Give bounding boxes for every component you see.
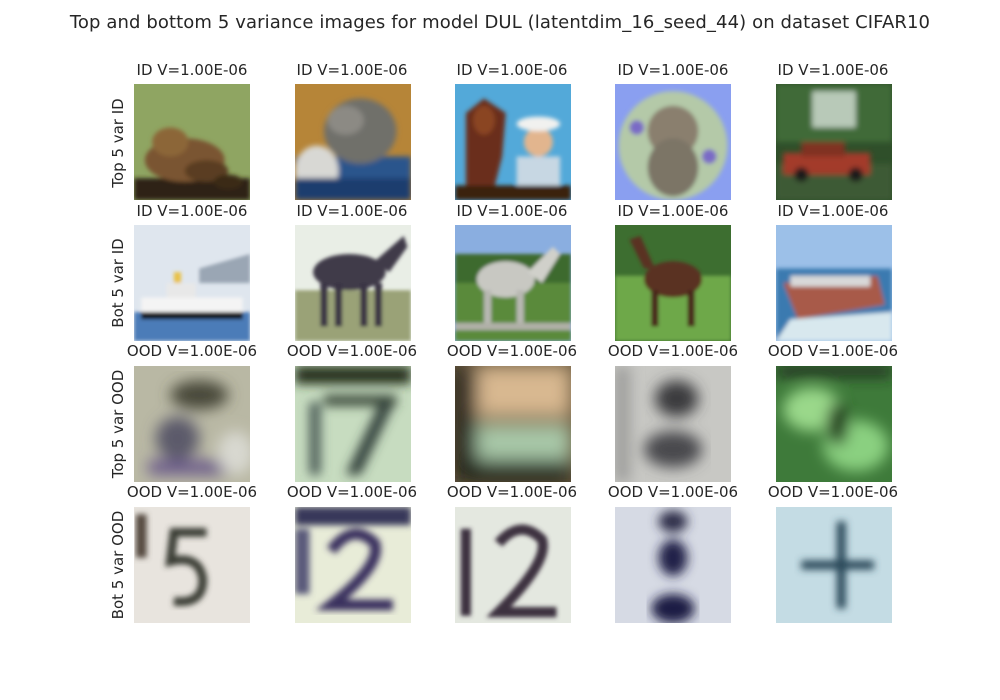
cell-title: OOD V=1.00E-06 <box>607 342 739 360</box>
cell-title: ID V=1.00E-06 <box>777 61 889 79</box>
cell-title: ID V=1.00E-06 <box>296 61 408 79</box>
car-image <box>776 84 892 200</box>
cell-title: OOD V=1.00E-06 <box>607 483 739 501</box>
blurry-digit-image <box>455 366 571 482</box>
horse-image <box>455 225 571 341</box>
row-label-bot-id: Bot 5 var ID <box>109 238 127 328</box>
cell-title: ID V=1.00E-06 <box>456 61 568 79</box>
blurry-digit-image <box>134 366 250 482</box>
cat-image <box>615 84 731 200</box>
cell-title: ID V=1.00E-06 <box>456 202 568 220</box>
cell-title: ID V=1.00E-06 <box>296 202 408 220</box>
ship-image <box>776 225 892 341</box>
cat-image <box>295 84 411 200</box>
digit-image <box>615 507 731 623</box>
horse-image <box>295 225 411 341</box>
blurry-digit-image <box>615 366 731 482</box>
cell-title: OOD V=1.00E-06 <box>126 483 258 501</box>
cell-title: OOD V=1.00E-06 <box>767 342 899 360</box>
digit-image <box>455 507 571 623</box>
cell-title: OOD V=1.00E-06 <box>286 342 418 360</box>
digit-image <box>295 507 411 623</box>
horse-image <box>615 225 731 341</box>
cell-title: OOD V=1.00E-06 <box>286 483 418 501</box>
row-label-top-ood: Top 5 var OOD <box>109 369 127 479</box>
cell-title: OOD V=1.00E-06 <box>446 483 578 501</box>
row-label-bot-ood: Bot 5 var OOD <box>109 510 127 620</box>
blurry-digit-image <box>776 366 892 482</box>
cell-title: OOD V=1.00E-06 <box>126 342 258 360</box>
digit-image <box>134 507 250 623</box>
horse-person-image <box>455 84 571 200</box>
cell-title: ID V=1.00E-06 <box>136 202 248 220</box>
frog-image <box>134 84 250 200</box>
cell-title: ID V=1.00E-06 <box>617 61 729 79</box>
figure-title: Top and bottom 5 variance images for mod… <box>69 12 931 33</box>
cell-title: ID V=1.00E-06 <box>617 202 729 220</box>
digit-image <box>776 507 892 623</box>
cell-title: OOD V=1.00E-06 <box>767 483 899 501</box>
cell-title: ID V=1.00E-06 <box>136 61 248 79</box>
ship-image <box>134 225 250 341</box>
cell-title: OOD V=1.00E-06 <box>446 342 578 360</box>
blurry-digit-image <box>295 366 411 482</box>
cell-title: ID V=1.00E-06 <box>777 202 889 220</box>
row-label-top-id: Top 5 var ID <box>109 98 127 188</box>
